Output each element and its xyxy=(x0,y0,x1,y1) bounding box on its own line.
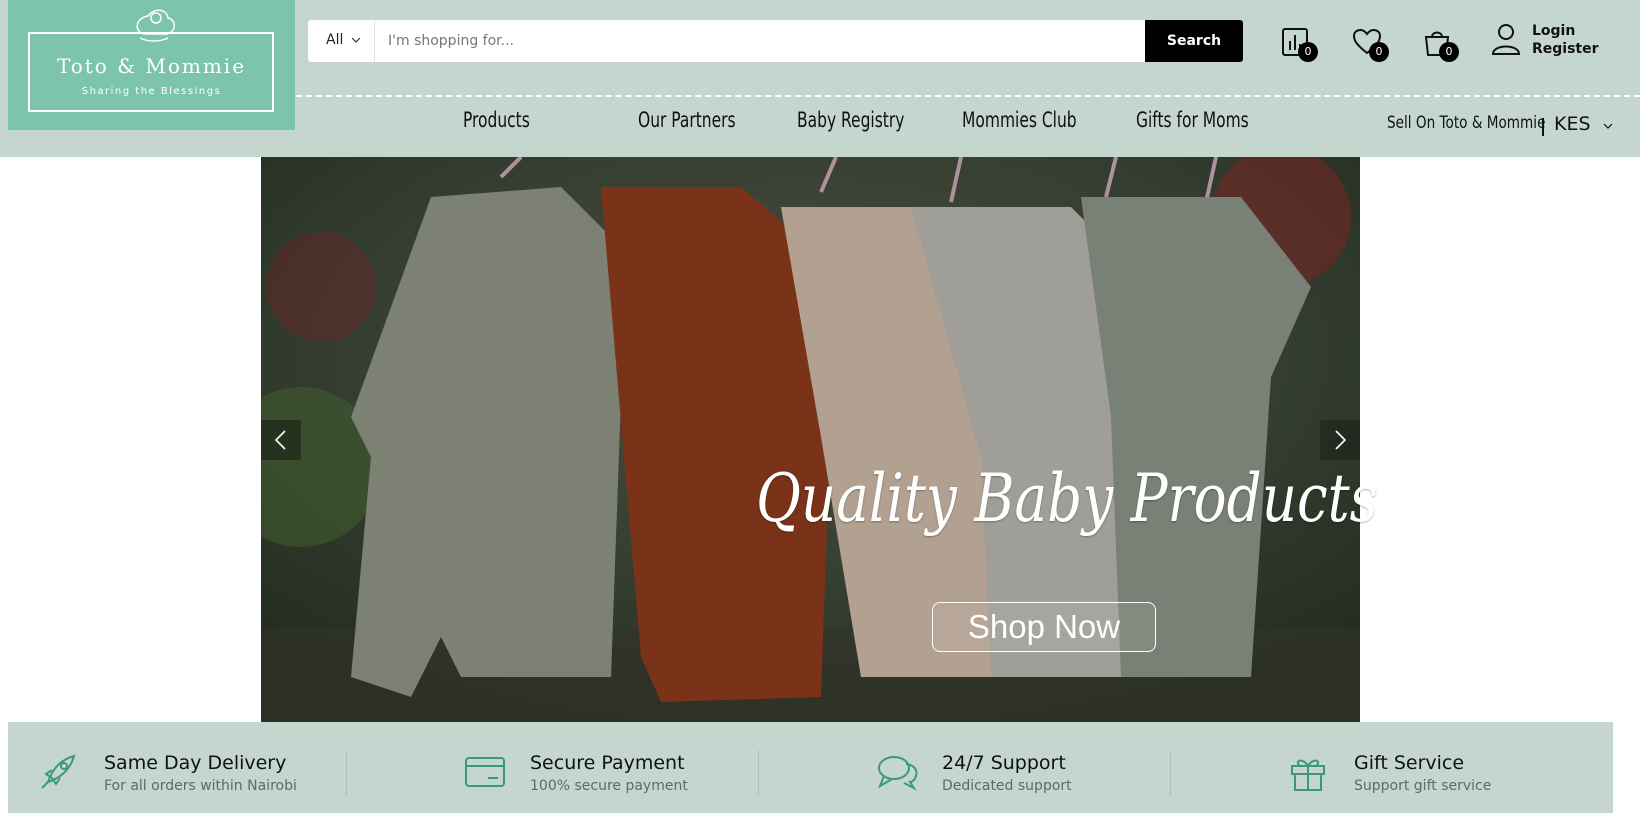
sell-on-link[interactable]: Sell On Toto & Mommie xyxy=(1387,113,1545,133)
register-link[interactable]: Register xyxy=(1532,40,1599,58)
chevron-down-icon[interactable] xyxy=(1602,120,1614,132)
search-bar: All Search xyxy=(308,20,1243,62)
logo-title: Toto & Mommie xyxy=(56,54,247,78)
login-link[interactable]: Login xyxy=(1532,22,1599,40)
site-logo[interactable]: Toto & Mommie Sharing the Blessings xyxy=(8,0,295,130)
feature-subtitle: Dedicated support xyxy=(942,778,1072,794)
header-dashed-divider xyxy=(296,95,1640,97)
user-icon[interactable] xyxy=(1490,22,1522,56)
nav-our-partners[interactable]: Our Partners xyxy=(638,108,736,132)
nav-baby-registry[interactable]: Baby Registry xyxy=(797,108,904,132)
compare-button[interactable]: 0 xyxy=(1278,24,1318,64)
feature-title: Same Day Delivery xyxy=(104,752,287,774)
hero-title: Quality Baby Products xyxy=(756,460,1378,537)
chevron-left-icon xyxy=(274,430,286,450)
chat-bubbles-icon xyxy=(877,756,918,791)
wishlist-count-badge: 0 xyxy=(1369,42,1389,62)
feature-subtitle: For all orders within Nairobi xyxy=(104,778,297,794)
category-select[interactable]: All xyxy=(308,20,375,62)
cart-button[interactable]: 0 xyxy=(1419,24,1459,64)
slider-prev-button[interactable] xyxy=(261,420,301,460)
slider-next-button[interactable] xyxy=(1320,420,1360,460)
category-select-value: All xyxy=(326,32,344,48)
features-bar: Same Day Delivery For all orders within … xyxy=(8,722,1613,813)
feature-subtitle: 100% secure payment xyxy=(530,778,688,794)
separator xyxy=(1542,118,1544,136)
feature-title: 24/7 Support xyxy=(942,752,1066,774)
search-button[interactable]: Search xyxy=(1145,20,1243,62)
wishlist-button[interactable]: 0 xyxy=(1349,24,1389,64)
credit-card-icon xyxy=(465,757,505,787)
hero-photo-baby-bodysuits xyxy=(261,157,1360,722)
currency-select[interactable]: KES xyxy=(1554,113,1591,135)
rocket-icon xyxy=(41,754,76,789)
feature-subtitle: Support gift service xyxy=(1354,778,1492,794)
logo-tagline: Sharing the Blessings xyxy=(81,86,222,97)
shop-now-button[interactable]: Shop Now xyxy=(932,602,1156,652)
hero-banner xyxy=(261,157,1360,722)
gift-icon xyxy=(1291,759,1325,791)
cart-count-badge: 0 xyxy=(1439,42,1459,62)
feature-divider xyxy=(1170,750,1171,796)
nav-mommies-club[interactable]: Mommies Club xyxy=(962,108,1077,132)
chevron-right-icon xyxy=(1335,430,1347,450)
search-input[interactable] xyxy=(376,20,1141,62)
mother-baby-logo-icon xyxy=(136,9,175,42)
feature-divider xyxy=(758,750,759,796)
feature-title: Secure Payment xyxy=(530,752,685,774)
feature-title: Gift Service xyxy=(1354,752,1465,774)
compare-count-badge: 0 xyxy=(1298,42,1318,62)
chevron-down-icon xyxy=(351,37,361,43)
nav-products[interactable]: Products xyxy=(463,108,530,132)
nav-gifts-for-moms[interactable]: Gifts for Moms xyxy=(1136,108,1249,132)
account-links: Login Register xyxy=(1532,22,1599,58)
feature-divider xyxy=(346,750,347,796)
